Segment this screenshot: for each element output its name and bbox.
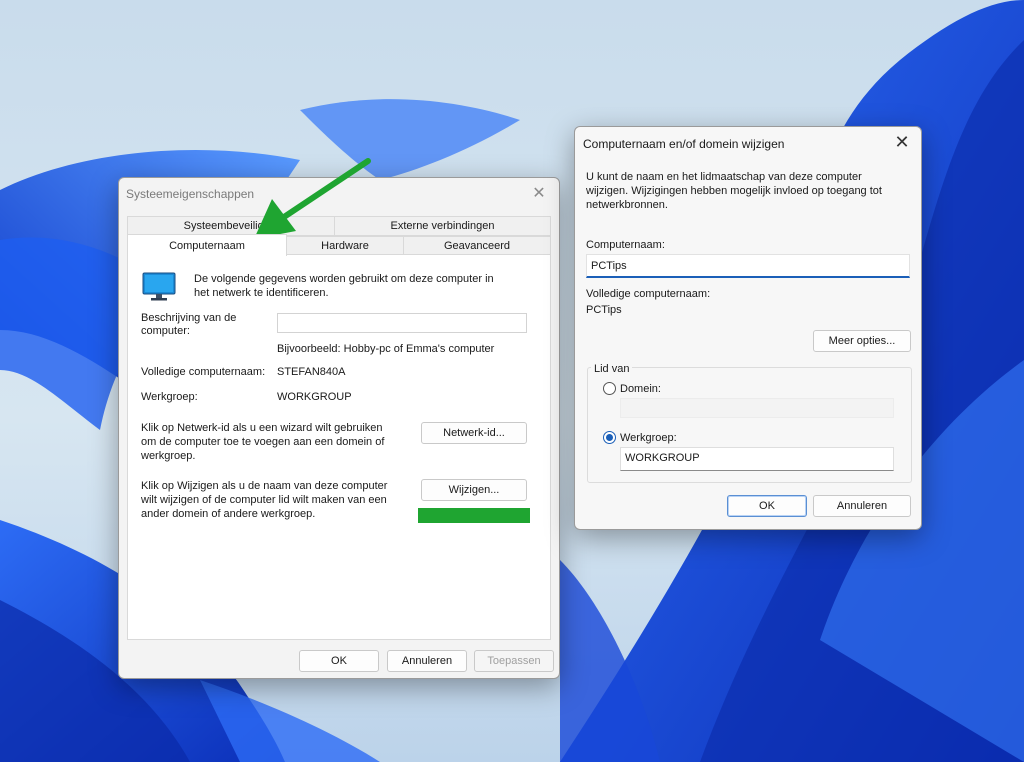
intro-line3: netwerkbronnen.: [586, 199, 668, 211]
tab-advanced[interactable]: Geavanceerd: [403, 236, 551, 256]
workgroup-radio[interactable]: [603, 431, 616, 444]
title-bar[interactable]: Computernaam en/of domein wijzigen ✕: [575, 127, 921, 159]
full-name-value: PCTips: [586, 304, 622, 316]
change-text-line2: wilt wijzigen of de computer lid wilt ma…: [141, 494, 387, 506]
example-text: Bijvoorbeeld: Hobby-pc of Emma's compute…: [277, 343, 495, 355]
workgroup-input[interactable]: WORKGROUP: [620, 447, 894, 471]
netid-text-line3: werkgroep.: [141, 450, 196, 462]
more-options-button[interactable]: Meer opties...: [813, 330, 911, 352]
intro-line1: U kunt de naam en het lidmaatschap van d…: [586, 171, 862, 183]
close-icon[interactable]: ✕: [524, 180, 554, 206]
domain-label: Domein:: [620, 383, 661, 395]
computer-description-input[interactable]: [277, 313, 527, 333]
network-id-button[interactable]: Netwerk-id...: [421, 422, 527, 444]
full-name-label: Volledige computernaam:: [141, 366, 266, 378]
computer-name-dialog: Computernaam en/of domein wijzigen ✕ U k…: [574, 126, 922, 530]
workgroup-label: Werkgroep:: [620, 432, 677, 444]
computer-name-panel: De volgende gegevens worden gebruikt om …: [127, 254, 551, 640]
netid-text-line2: om de computer toe te voegen aan een dom…: [141, 436, 385, 448]
netid-text-line1: Klik op Netwerk-id als u een wizard wilt…: [141, 422, 383, 434]
close-icon[interactable]: ✕: [887, 129, 917, 155]
change-text-line3: ander domein of andere werkgroep.: [141, 508, 316, 520]
ok-button[interactable]: OK: [727, 495, 807, 517]
change-button[interactable]: Wijzigen...: [421, 479, 527, 501]
computer-monitor-icon: [142, 272, 176, 301]
domain-radio[interactable]: [603, 382, 616, 395]
info-text-line2: het netwerk te identificeren.: [194, 287, 329, 299]
tab-computer-name[interactable]: Computernaam: [127, 234, 287, 256]
cancel-button[interactable]: Annuleren: [813, 495, 911, 517]
workgroup-value: WORKGROUP: [277, 391, 352, 403]
ok-button[interactable]: OK: [299, 650, 379, 672]
description-label-line2: computer:: [141, 325, 190, 337]
intro-line2: wijzigen. Wijzigingen hebben mogelijk in…: [586, 185, 882, 197]
info-text-line1: De volgende gegevens worden gebruikt om …: [194, 273, 494, 285]
cancel-button[interactable]: Annuleren: [387, 650, 467, 672]
highlight-bar: [418, 508, 530, 523]
full-name-label: Volledige computernaam:: [586, 288, 711, 300]
computer-name-input[interactable]: PCTips: [586, 254, 910, 278]
apply-button[interactable]: Toepassen: [474, 650, 554, 672]
domain-input[interactable]: [620, 398, 894, 418]
member-of-label: Lid van: [591, 362, 633, 376]
dialog-title: Computernaam en/of domein wijzigen: [583, 137, 785, 151]
dialog-title: Systeemeigenschappen: [126, 187, 255, 201]
change-text-line1: Klik op Wijzigen als u de naam van deze …: [141, 480, 388, 492]
computer-name-label: Computernaam:: [586, 239, 665, 251]
full-name-value: STEFAN840A: [277, 366, 346, 378]
workgroup-label: Werkgroep:: [141, 391, 198, 403]
description-label-line1: Beschrijving van de: [141, 312, 237, 324]
